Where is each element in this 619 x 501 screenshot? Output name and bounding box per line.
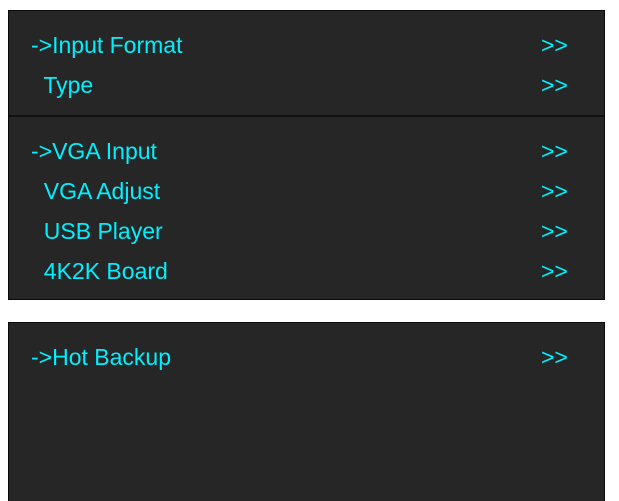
submenu-arrow-icon: >> xyxy=(541,138,568,164)
menu-item-4k2k-board[interactable]: 4K2K Board >> xyxy=(9,251,604,291)
menu-item-vga-adjust[interactable]: VGA Adjust >> xyxy=(9,171,604,211)
panel-divider xyxy=(9,115,604,117)
menu-item-label: ->Input Format xyxy=(31,32,183,58)
menu-item-label: ->VGA Input xyxy=(31,138,157,164)
menu-item-vga-input[interactable]: ->VGA Input >> xyxy=(9,131,604,171)
submenu-arrow-icon: >> xyxy=(541,218,568,244)
lcd-menu-panel-top: ->Input Format >> Type >> ->VGA Input >>… xyxy=(8,10,605,300)
submenu-arrow-icon: >> xyxy=(541,32,568,58)
lcd-menu-panel-bottom: ->Hot Backup >> xyxy=(8,322,605,501)
submenu-arrow-icon: >> xyxy=(541,344,568,370)
menu-item-label: VGA Adjust xyxy=(31,178,161,204)
submenu-arrow-icon: >> xyxy=(541,72,568,98)
menu-item-type[interactable]: Type >> xyxy=(9,65,604,105)
submenu-arrow-icon: >> xyxy=(541,178,568,204)
menu-item-label: Type xyxy=(31,72,94,98)
menu-item-label: USB Player xyxy=(31,218,163,244)
menu-item-label: 4K2K Board xyxy=(31,258,168,284)
menu-item-hot-backup[interactable]: ->Hot Backup >> xyxy=(9,337,604,377)
submenu-arrow-icon: >> xyxy=(541,258,568,284)
menu-item-input-format[interactable]: ->Input Format >> xyxy=(9,25,604,65)
menu-item-label: ->Hot Backup xyxy=(31,344,171,370)
menu-item-usb-player[interactable]: USB Player >> xyxy=(9,211,604,251)
